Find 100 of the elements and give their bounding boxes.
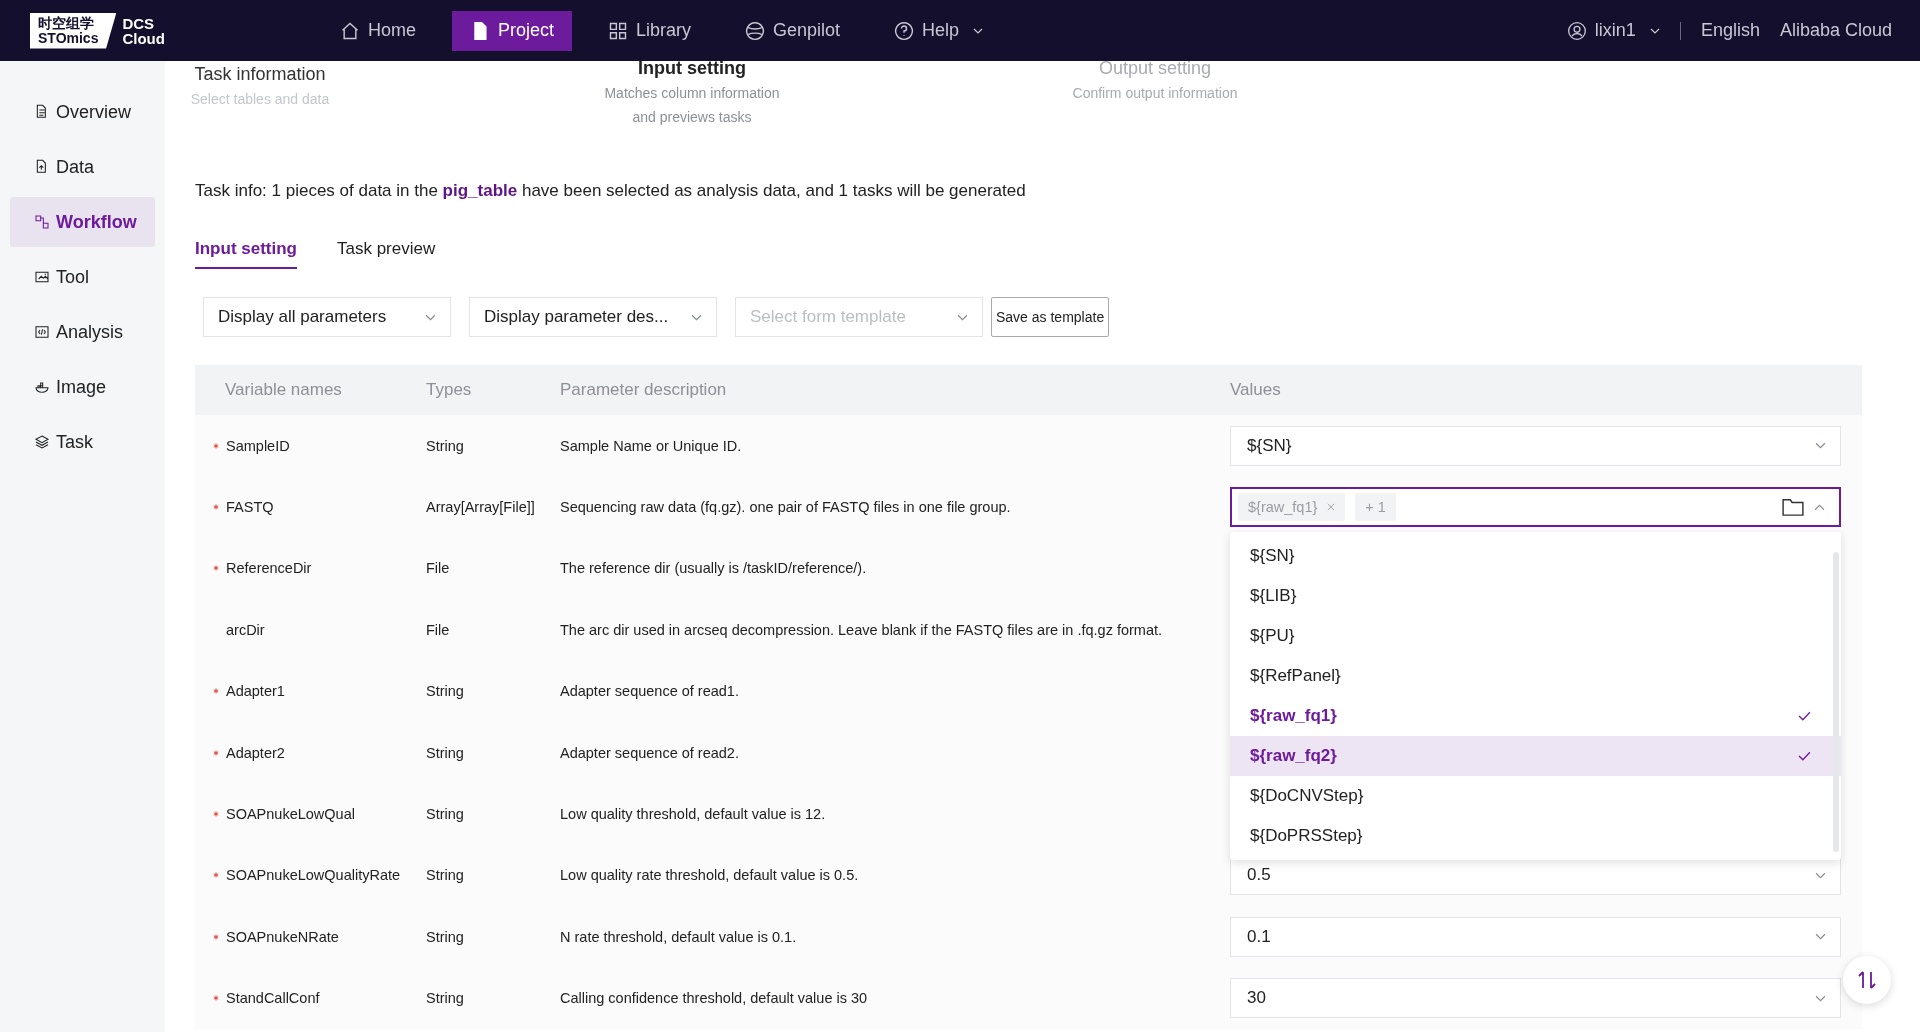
nav-link[interactable]: Home [321, 10, 434, 51]
table-cell: Adapter2 [226, 744, 285, 761]
table-cell: arcDir [226, 621, 265, 638]
dropdown-option[interactable]: ${PU} [1230, 616, 1841, 657]
table-cell: FASTQ [226, 499, 274, 516]
sidebar-item[interactable]: Workflow [10, 197, 155, 247]
tab[interactable]: Task preview [337, 239, 436, 269]
nav-link[interactable]: Help [876, 10, 1002, 51]
value-select[interactable]: ${SN} [1230, 425, 1841, 466]
chevron-down-icon [1815, 933, 1826, 941]
table-cell-text: String [426, 990, 465, 1007]
step-subtitle: Confirm output information [1072, 84, 1238, 103]
table-cell: SOAPnukeLowQualityRate [226, 867, 401, 884]
table-cell-text: File [426, 560, 451, 577]
nav-icon [745, 20, 765, 41]
logo-text: STOmics [38, 30, 99, 46]
dropdown-option[interactable]: ${raw_fq2} [1230, 736, 1841, 777]
sidebar-item[interactable]: Overview [10, 87, 155, 137]
sidebar-item[interactable]: Task [10, 417, 155, 467]
table-cell-text: Low quality threshold, default value is 12. [560, 806, 827, 823]
dropdown-option[interactable]: ${DoCNVStep} [1230, 776, 1841, 817]
chevron-down-icon [425, 313, 436, 321]
nav-link[interactable]: Project [451, 10, 572, 51]
table-cell-text: The arc dir used in arcseq decompression. Leave blank if the FASTQ files are in .fq.gz format. [560, 621, 1164, 638]
step-subtitle: Matches column information and previews tasks [603, 84, 781, 127]
sidebar-item[interactable]: Analysis [10, 307, 155, 357]
nav-icon [894, 20, 915, 41]
nav-icon [608, 20, 628, 41]
table-cell-text: Array[Array[File]] [426, 499, 536, 516]
scrollbar[interactable] [1833, 552, 1839, 853]
tag-text: ${raw_fq1} [1248, 499, 1318, 516]
sidebar-icon [34, 379, 50, 395]
sidebar-icon [34, 324, 50, 340]
table-cell: StandCallConf [226, 990, 320, 1007]
table-cell: SOAPnukeLowQual [226, 806, 355, 823]
more-count-tag: + 1 [1355, 493, 1396, 522]
table-cell-text: Adapter sequence of read1. [560, 683, 740, 700]
table-cell-text: String [426, 683, 465, 700]
step-subtitle: Select tables and data [190, 90, 330, 109]
table-cell-text: Low quality rate threshold, default value is 0.5. [560, 867, 860, 884]
chevron-down-icon [1815, 442, 1826, 450]
dropdown-option[interactable]: ${SN} [1230, 536, 1841, 577]
task-info-text: Task info: 1 pieces of data in the pig_table have been selected as analysis data, and 1 tasks will be generated [195, 181, 1027, 201]
check-icon [1798, 751, 1811, 762]
user-menu[interactable]: lixin1 [1566, 20, 1660, 41]
folder-icon[interactable] [1782, 498, 1804, 517]
table-cell-text: Adapter sequence of read2. [560, 744, 740, 761]
chevron-down-icon [1815, 994, 1826, 1002]
table-cell-text: Calling confidence threshold, default value is 30 [560, 990, 869, 1007]
logo-text: 时空组学 [38, 15, 95, 31]
table-cell: SOAPnukeNRate [226, 928, 339, 945]
step-title: Output setting [1098, 57, 1212, 80]
table-cell-text: String [426, 744, 465, 761]
column-header: Parameter description [560, 380, 728, 400]
dropdown-option[interactable]: ${RefPanel} [1230, 656, 1841, 697]
chevron-up-icon [1814, 503, 1825, 511]
caret-icon [973, 27, 984, 34]
table-cell-text: String [426, 437, 465, 454]
save-template-button[interactable]: Save as template [991, 297, 1110, 337]
table-cell-text: Sequencing raw data (fq.gz). one pair of FASTQ files in one file group. [560, 499, 1012, 516]
table-cell-text: N rate threshold, default value is 0.1. [560, 928, 798, 945]
column-header: Variable names [224, 380, 343, 400]
step-title: Input setting [638, 57, 746, 80]
nav-link[interactable]: Library [590, 10, 709, 51]
sidebar-item[interactable]: Tool [10, 252, 155, 302]
nav-link[interactable]: Genpilot [727, 10, 859, 51]
language-link[interactable]: English [1700, 20, 1760, 41]
check-icon [1798, 711, 1811, 722]
sidebar-item[interactable]: Image [10, 362, 155, 412]
column-header: Values [1230, 380, 1282, 400]
cloud-link[interactable]: Alibaba Cloud [1779, 20, 1892, 41]
dropdown-option[interactable]: ${DoPRSStep} [1230, 816, 1841, 857]
table-cell: SampleID [226, 437, 290, 454]
table-cell: ReferenceDir [226, 560, 312, 577]
tab[interactable]: Input setting [195, 239, 297, 269]
table-cell-text: String [426, 928, 465, 945]
chevron-down-icon [691, 313, 702, 321]
sidebar-icon [34, 269, 50, 285]
filter-select[interactable]: Display all parameters [203, 297, 451, 337]
sidebar-item[interactable]: Data [10, 142, 155, 192]
sort-float-button[interactable] [1843, 956, 1891, 1004]
dropdown-option[interactable]: ${LIB} [1230, 576, 1841, 617]
sidebar-icon [34, 214, 50, 230]
user-icon [1566, 20, 1587, 41]
product-name: Cloud [122, 30, 165, 46]
table-cell-text: String [426, 867, 465, 884]
table-cell-text: String [426, 806, 465, 823]
nav-icon [339, 20, 360, 41]
sidebar-icon [34, 434, 50, 450]
chevron-down-icon [957, 313, 968, 321]
step-title: Task information [194, 63, 326, 86]
column-header: Types [426, 380, 473, 400]
dropdown-option[interactable]: ${raw_fq1} [1230, 696, 1841, 737]
table-cell: Adapter1 [226, 683, 285, 700]
chevron-down-icon [1815, 871, 1826, 879]
caret-icon [1649, 27, 1660, 34]
value-select[interactable]: 30 [1230, 978, 1841, 1019]
filter-select[interactable]: Display parameter des... [469, 297, 717, 337]
value-select[interactable]: 0.1 [1230, 916, 1841, 957]
table-cell-text: The reference dir (usually is /taskID/reference/). [560, 560, 868, 577]
